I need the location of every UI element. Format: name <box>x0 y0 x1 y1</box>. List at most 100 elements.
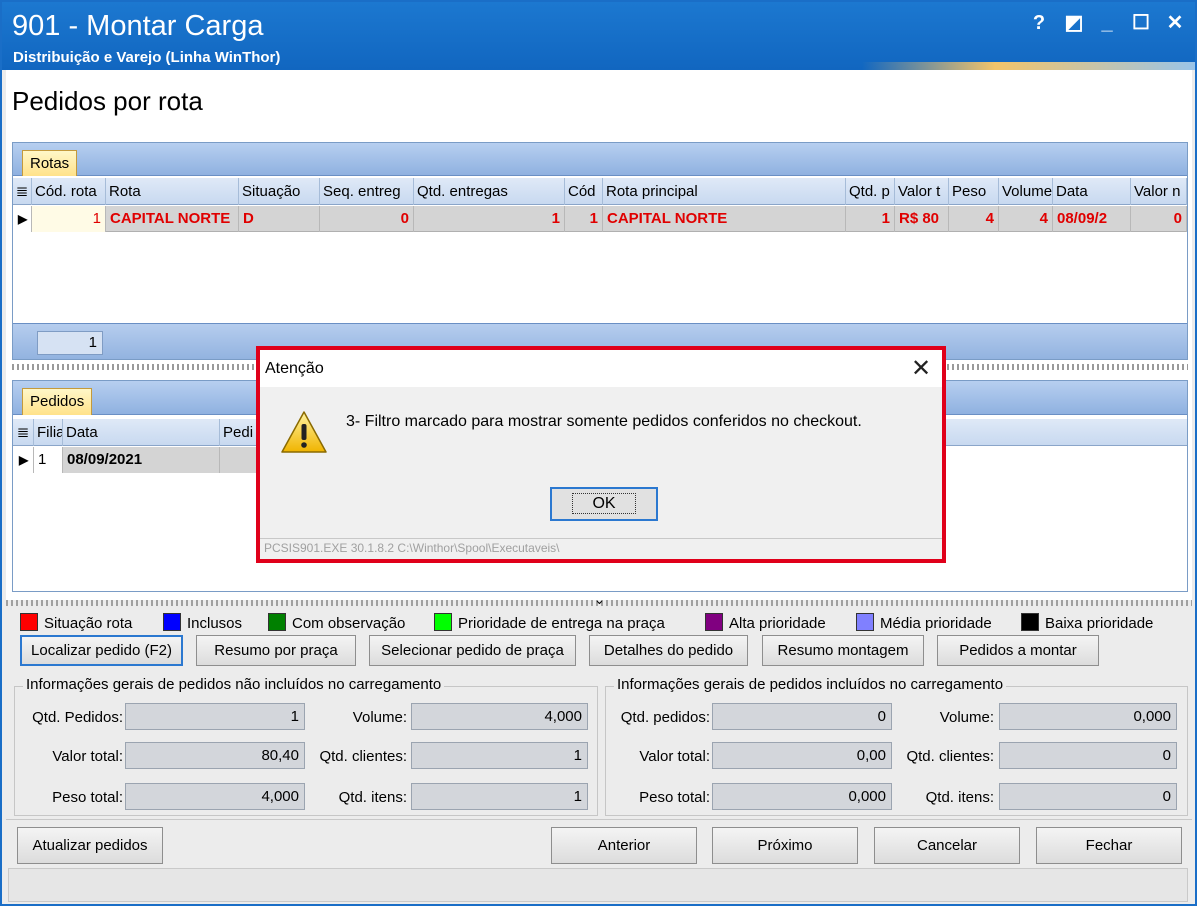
app-title: 901 - Montar Carga <box>12 10 264 42</box>
minimize-icon[interactable]: _ <box>1092 8 1122 38</box>
cell-peso[interactable]: 4 <box>949 206 999 232</box>
cell-qtd-entregas[interactable]: 1 <box>414 206 565 232</box>
row-selector-header-icon: ≣ <box>13 419 34 446</box>
cell-valor-t[interactable]: R$ 80 <box>895 206 949 232</box>
col-cod-rota[interactable]: Cód. rota <box>32 178 106 205</box>
cell-cod-rota[interactable]: 1 <box>32 206 106 232</box>
cell-data[interactable]: 08/09/2 <box>1053 206 1131 232</box>
qtd-clientes-label: Qtd. clientes: <box>906 748 994 765</box>
valor-total-field: 0,00 <box>712 742 892 769</box>
valor-total-field: 80,40 <box>125 742 305 769</box>
localizar-pedido-button[interactable]: Localizar pedido (F2) <box>20 635 183 666</box>
app-subtitle: Distribuição e Varejo (Linha WinThor) <box>13 49 281 66</box>
restore-layout-icon[interactable]: ◩ <box>1059 8 1089 38</box>
title-accent-line <box>862 62 1195 70</box>
detalhes-pedido-button[interactable]: Detalhes do pedido <box>589 635 748 666</box>
legend-inclusos: Inclusos <box>163 613 242 633</box>
dialog-footer: PCSIS901.EXE 30.1.8.2 C:\Winthor\Spool\E… <box>260 538 942 559</box>
page-title: Pedidos por rota <box>12 86 203 116</box>
qtd-pedidos-label: Qtd. Pedidos: <box>32 709 123 726</box>
col-data[interactable]: Data <box>1053 178 1131 205</box>
tab-pedidos[interactable]: Pedidos <box>22 388 93 415</box>
legend-alta-prioridade: Alta prioridade <box>705 613 826 633</box>
col-seq-entrega[interactable]: Seq. entreg <box>320 178 414 205</box>
rotas-panel: Rotas ≣ Cód. rota Rota Situação Seq. ent… <box>12 142 1188 360</box>
lime-swatch-icon <box>434 613 452 631</box>
resumo-montagem-button[interactable]: Resumo montagem <box>762 635 924 666</box>
ok-button-label: OK <box>572 493 636 514</box>
cell-valor-n[interactable]: 0 <box>1131 206 1187 232</box>
lavender-swatch-icon <box>856 613 874 631</box>
legend-situacao-rota: Situação rota <box>20 613 132 633</box>
peso-total-label: Peso total: <box>52 789 123 806</box>
row-selector-header-icon: ≣ <box>13 178 32 205</box>
qtd-itens-label: Qtd. itens: <box>338 789 407 806</box>
cell-rota-principal[interactable]: CAPITAL NORTE <box>603 206 846 232</box>
volume-field: 0,000 <box>999 703 1177 730</box>
table-row[interactable]: ▶ 1 CAPITAL NORTE D 0 1 1 CAPITAL NORTE … <box>13 206 1187 232</box>
maximize-icon[interactable]: ☐ <box>1126 8 1156 38</box>
qtd-pedidos-label: Qtd. pedidos: <box>620 709 710 726</box>
cell-seq-entrega[interactable]: 0 <box>320 206 414 232</box>
cancelar-button[interactable]: Cancelar <box>874 827 1020 864</box>
cell-qtd-p[interactable]: 1 <box>846 206 895 232</box>
rotas-count: 1 <box>37 331 103 355</box>
col-filial[interactable]: Filia <box>34 419 63 446</box>
legend-prioridade-praca: Prioridade de entrega na praça <box>434 613 665 633</box>
peso-total-field: 4,000 <box>125 783 305 810</box>
peso-total-field: 0,000 <box>712 783 892 810</box>
col-rota-principal[interactable]: Rota principal <box>603 178 846 205</box>
legend-baixa-prioridade: Baixa prioridade <box>1021 613 1153 633</box>
ok-button[interactable]: OK <box>550 487 658 521</box>
legend-media-prioridade: Média prioridade <box>856 613 992 633</box>
cell-situacao[interactable]: D <box>239 206 320 232</box>
bottom-divider <box>6 819 1192 820</box>
black-swatch-icon <box>1021 613 1039 631</box>
col-cod[interactable]: Cód <box>565 178 603 205</box>
anterior-button[interactable]: Anterior <box>551 827 697 864</box>
rotas-grid-header: ≣ Cód. rota Rota Situação Seq. entreg Qt… <box>13 178 1187 205</box>
legend-com-observacao: Com observação <box>268 613 405 633</box>
col-situacao[interactable]: Situação <box>239 178 320 205</box>
resumo-por-praca-button[interactable]: Resumo por praça <box>196 635 356 666</box>
col-valor-t[interactable]: Valor t <box>895 178 949 205</box>
col-peso[interactable]: Peso <box>949 178 999 205</box>
col-rota[interactable]: Rota <box>106 178 239 205</box>
col-qtd-p[interactable]: Qtd. p <box>846 178 895 205</box>
close-icon[interactable]: ✕ <box>908 354 934 383</box>
col-data[interactable]: Data <box>63 419 220 446</box>
green-swatch-icon <box>268 613 286 631</box>
cell-data[interactable]: 08/09/2021 <box>63 447 220 473</box>
pedidos-a-montar-button[interactable]: Pedidos a montar <box>937 635 1099 666</box>
proximo-button[interactable]: Próximo <box>712 827 858 864</box>
tab-rotas[interactable]: Rotas <box>22 150 78 176</box>
main-window: 901 - Montar Carga Distribuição e Varejo… <box>0 0 1197 906</box>
cell-filial[interactable]: 1 <box>34 447 63 473</box>
warning-icon <box>281 411 327 453</box>
fechar-button[interactable]: Fechar <box>1036 827 1182 864</box>
dialog-footer-text: PCSIS901.EXE 30.1.8.2 C:\Winthor\Spool\E… <box>264 541 560 555</box>
valor-total-label: Valor total: <box>639 748 710 765</box>
col-qtd-entregas[interactable]: Qtd. entregas <box>414 178 565 205</box>
purple-swatch-icon <box>705 613 723 631</box>
col-valor-n[interactable]: Valor n <box>1131 178 1187 205</box>
blue-swatch-icon <box>163 613 181 631</box>
nao-incluidos-group: Informações gerais de pedidos não incluí… <box>14 676 598 816</box>
qtd-pedidos-field: 1 <box>125 703 305 730</box>
qtd-itens-field: 0 <box>999 783 1177 810</box>
valor-total-label: Valor total: <box>52 748 123 765</box>
atualizar-pedidos-button[interactable]: Atualizar pedidos <box>17 827 163 864</box>
cell-volume[interactable]: 4 <box>999 206 1053 232</box>
dialog-titlebar: Atenção ✕ <box>260 350 942 387</box>
col-volume[interactable]: Volume <box>999 178 1053 205</box>
selecionar-pedido-praca-button[interactable]: Selecionar pedido de praça <box>369 635 576 666</box>
cell-rota[interactable]: CAPITAL NORTE <box>106 206 239 232</box>
qtd-clientes-field: 0 <box>999 742 1177 769</box>
close-icon[interactable]: ✕ <box>1160 8 1190 38</box>
cell-cod[interactable]: 1 <box>565 206 603 232</box>
volume-label: Volume: <box>939 709 994 726</box>
chevron-down-icon[interactable]: ⌄ <box>594 592 605 608</box>
dialog-message: 3- Filtro marcado para mostrar somente p… <box>346 413 862 430</box>
help-icon[interactable]: ? <box>1024 8 1054 38</box>
row-pointer-icon: ▶ <box>13 447 34 473</box>
